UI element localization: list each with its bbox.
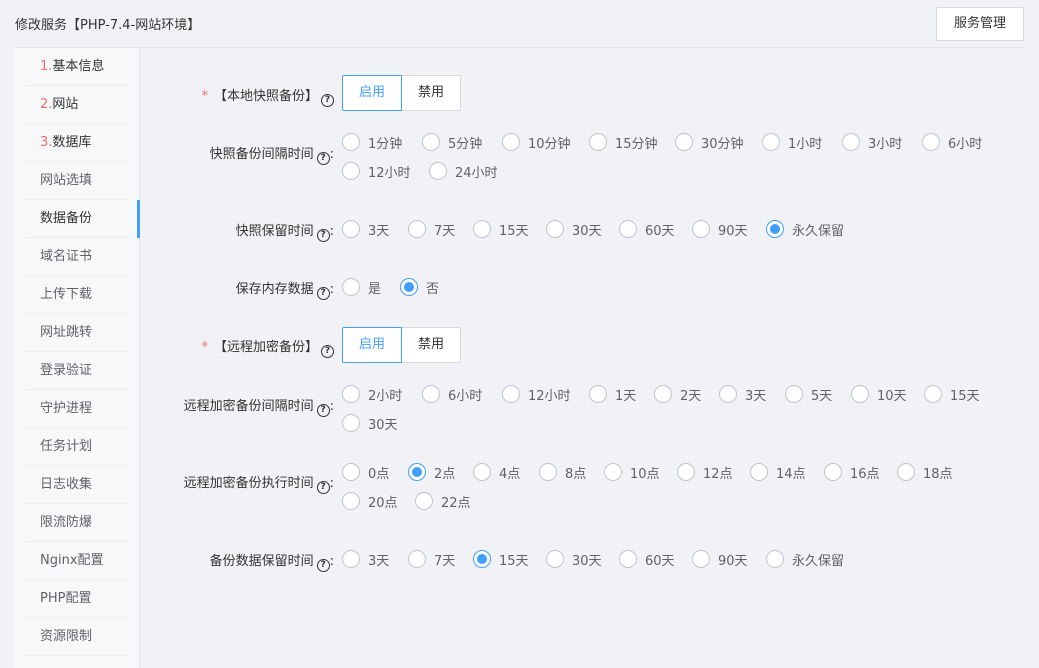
local-snapshot-disable-button[interactable]: 禁用 <box>401 75 461 111</box>
remote-exec-time-radio[interactable]: 0点 <box>342 462 389 482</box>
local-snapshot-toggle: 启用 禁用 <box>342 75 461 111</box>
help-icon[interactable]: ? <box>321 345 334 358</box>
sidebar-item-resource-limit[interactable]: 资源限制 <box>25 618 128 656</box>
snapshot-interval-radio[interactable]: 1分钟 <box>342 132 402 152</box>
sidebar-item-url-redirect[interactable]: 网址跳转 <box>25 314 128 352</box>
backup-retention-radio[interactable]: 3天 <box>342 549 389 569</box>
snapshot-interval-radio[interactable]: 10分钟 <box>502 132 571 152</box>
snapshot-retention-radio-selected[interactable]: 永久保留 <box>766 219 844 239</box>
sidebar-item-data-backup[interactable]: 数据备份 <box>25 200 128 238</box>
remote-exec-time-radio[interactable]: 12点 <box>677 462 733 482</box>
local-snapshot-label: * 【本地快照备份】? <box>201 85 334 107</box>
snapshot-interval-radio[interactable]: 12小时 <box>342 161 411 181</box>
help-icon[interactable]: ? <box>316 152 330 165</box>
sidebar-item-domain-cert[interactable]: 域名证书 <box>25 238 128 276</box>
remote-exec-time-radio[interactable]: 20点 <box>342 491 398 511</box>
remote-interval-radio[interactable]: 12小时 <box>502 384 571 404</box>
header-divider <box>15 47 1025 48</box>
sidebar-item-database[interactable]: 3.数据库 <box>25 124 128 162</box>
save-memory-label: 保存内存数据?: <box>235 282 334 300</box>
remote-exec-time-radio[interactable]: 18点 <box>897 462 953 482</box>
help-icon[interactable]: ? <box>321 94 334 107</box>
remote-backup-enable-button[interactable]: 启用 <box>342 327 402 363</box>
sidebar-item-cron[interactable]: 任务计划 <box>25 428 128 466</box>
backup-retention-radio[interactable]: 90天 <box>692 549 748 569</box>
remote-exec-time-radio[interactable]: 22点 <box>415 491 471 511</box>
sidebar-item-nginx-config[interactable]: Nginx配置 <box>25 542 128 580</box>
sidebar-item-daemon[interactable]: 守护进程 <box>25 390 128 428</box>
backup-retention-radio-selected[interactable]: 15天 <box>473 549 529 569</box>
remote-interval-radio[interactable]: 10天 <box>851 384 907 404</box>
snapshot-interval-radio[interactable]: 3小时 <box>842 132 902 152</box>
snapshot-interval-radio[interactable]: 24小时 <box>429 161 498 181</box>
remote-interval-radio[interactable]: 3天 <box>719 384 766 404</box>
sidebar: 1.基本信息 2.网站 3.数据库 网站选填 数据备份 域名证书 上传下载 网址… <box>15 48 140 668</box>
snapshot-interval-radio[interactable]: 15分钟 <box>589 132 658 152</box>
sidebar-item-login-auth[interactable]: 登录验证 <box>25 352 128 390</box>
remote-exec-time-radio-selected[interactable]: 2点 <box>408 462 455 482</box>
backup-retention-radio[interactable]: 7天 <box>408 549 455 569</box>
header: 修改服务【PHP-7.4-网站环境】 服务管理 <box>0 0 1039 48</box>
snapshot-retention-label: 快照保留时间?: <box>235 224 334 242</box>
remote-backup-label: * 【远程加密备份】? <box>201 336 334 358</box>
snapshot-interval-radio[interactable]: 30分钟 <box>675 132 744 152</box>
sidebar-item-log-collect[interactable]: 日志收集 <box>25 466 128 504</box>
snapshot-retention-radio[interactable]: 3天 <box>342 219 389 239</box>
page-title: 修改服务【PHP-7.4-网站环境】 <box>15 18 201 33</box>
snapshot-retention-radio[interactable]: 60天 <box>619 219 675 239</box>
remote-interval-radio[interactable]: 15天 <box>924 384 980 404</box>
remote-interval-radio[interactable]: 2小时 <box>342 384 402 404</box>
remote-exec-time-label: 远程加密备份执行时间?: <box>183 476 334 494</box>
snapshot-retention-radio[interactable]: 7天 <box>408 219 455 239</box>
snapshot-retention-radio[interactable]: 90天 <box>692 219 748 239</box>
snapshot-interval-radio[interactable]: 1小时 <box>762 132 822 152</box>
snapshot-interval-label: 快照备份间隔时间?: <box>209 147 334 165</box>
sidebar-item-website[interactable]: 2.网站 <box>25 86 128 124</box>
help-icon[interactable]: ? <box>316 559 330 572</box>
remote-exec-time-radio[interactable]: 4点 <box>473 462 520 482</box>
help-icon[interactable]: ? <box>316 287 330 300</box>
save-memory-radio[interactable]: 是 <box>342 277 381 297</box>
service-management-button[interactable]: 服务管理 <box>936 7 1024 41</box>
backup-retention-radio[interactable]: 永久保留 <box>766 549 844 569</box>
help-icon[interactable]: ? <box>316 481 330 494</box>
sidebar-item-upload-download[interactable]: 上传下载 <box>25 276 128 314</box>
snapshot-retention-radio[interactable]: 30天 <box>546 219 602 239</box>
remote-backup-disable-button[interactable]: 禁用 <box>401 327 461 363</box>
remote-exec-time-radio[interactable]: 16点 <box>824 462 880 482</box>
backup-retention-radio[interactable]: 30天 <box>546 549 602 569</box>
remote-interval-radio[interactable]: 30天 <box>342 413 398 433</box>
remote-interval-radio[interactable]: 6小时 <box>422 384 482 404</box>
sidebar-item-site-options[interactable]: 网站选填 <box>25 162 128 200</box>
remote-interval-radio[interactable]: 2天 <box>654 384 701 404</box>
remote-backup-toggle: 启用 禁用 <box>342 327 461 363</box>
local-snapshot-enable-button[interactable]: 启用 <box>342 75 402 111</box>
sidebar-item-rate-limit[interactable]: 限流防爆 <box>25 504 128 542</box>
backup-retention-radio[interactable]: 60天 <box>619 549 675 569</box>
remote-interval-label: 远程加密备份间隔时间?: <box>183 399 334 417</box>
snapshot-interval-radio[interactable]: 5分钟 <box>422 132 482 152</box>
help-icon[interactable]: ? <box>316 229 330 242</box>
sidebar-item-php-config[interactable]: PHP配置 <box>25 580 128 618</box>
backup-retention-label: 备份数据保留时间?: <box>209 554 334 572</box>
snapshot-interval-radio[interactable]: 6小时 <box>922 132 982 152</box>
remote-exec-time-radio[interactable]: 14点 <box>750 462 806 482</box>
active-indicator <box>137 200 140 238</box>
help-icon[interactable]: ? <box>316 404 330 417</box>
snapshot-retention-radio[interactable]: 15天 <box>473 219 529 239</box>
sidebar-item-basic-info[interactable]: 1.基本信息 <box>25 48 128 86</box>
save-memory-radio-selected[interactable]: 否 <box>400 277 439 297</box>
remote-exec-time-radio[interactable]: 8点 <box>539 462 586 482</box>
remote-interval-radio[interactable]: 5天 <box>785 384 832 404</box>
remote-exec-time-radio[interactable]: 10点 <box>604 462 660 482</box>
remote-interval-radio[interactable]: 1天 <box>589 384 636 404</box>
